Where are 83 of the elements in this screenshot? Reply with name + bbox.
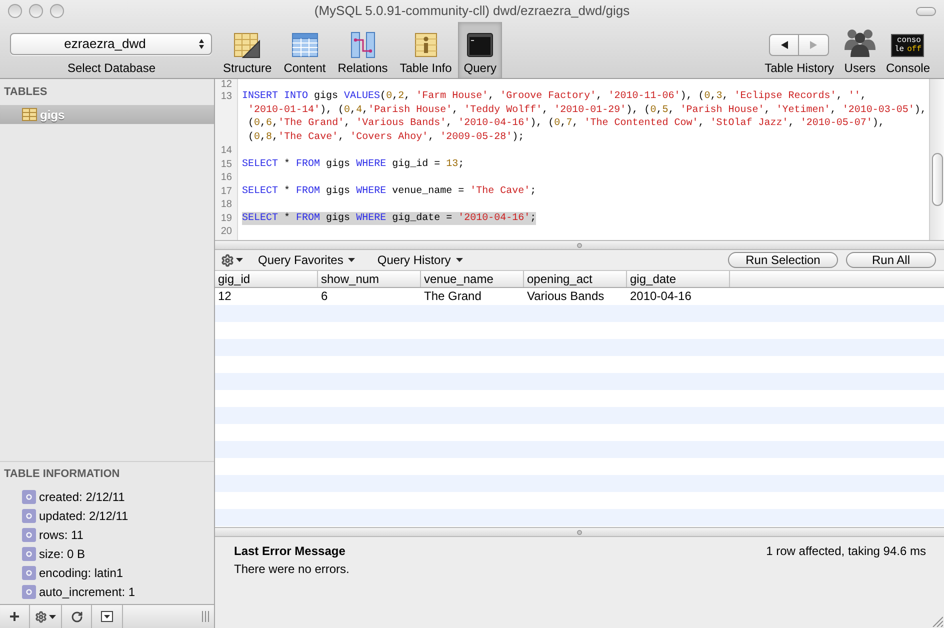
message-text: There were no errors.: [234, 562, 350, 576]
line-number: 16: [220, 172, 232, 183]
column-header[interactable]: gig_date: [627, 271, 730, 287]
run-button[interactable]: Run Selection: [728, 252, 838, 268]
line-number: 19: [220, 212, 232, 224]
column-header[interactable]: venue_name: [421, 271, 524, 287]
left-triangle-icon: [780, 41, 788, 49]
toolbar-tab[interactable]: Table Info: [394, 22, 458, 78]
column-header[interactable]: opening_act: [524, 271, 627, 287]
caret-icon: [348, 258, 356, 262]
table-info-text: encoding: latin1: [39, 564, 124, 582]
info-bullet-icon: [22, 546, 36, 560]
console-button[interactable]: conso le off Console: [880, 22, 935, 78]
toolbar-toggle-button[interactable]: [916, 6, 936, 16]
dropdown-box-icon: [101, 611, 113, 622]
column-header[interactable]: show_num: [318, 271, 421, 287]
message-title: Last Error Message: [234, 544, 346, 559]
database-select[interactable]: ezraezra_dwd: [10, 33, 212, 55]
gear-icon: [35, 610, 47, 622]
line-number: 15: [220, 158, 232, 170]
toolbar-label: Select Database: [66, 61, 157, 75]
splitter-handle-icon[interactable]: [577, 242, 582, 248]
info-bullet-icon: [22, 566, 36, 580]
info-bullet-icon: [22, 528, 36, 542]
grid-icon: [292, 33, 318, 57]
line-number: 17: [220, 186, 232, 196]
section-header: TABLES: [4, 84, 48, 100]
table-info-text: size: 0 B: [39, 546, 86, 562]
plus-icon: [10, 612, 19, 621]
linked-columns-icon: [350, 32, 375, 58]
table-cell-text: 2010-04-16: [629, 288, 692, 305]
info-bullet-icon: [22, 490, 36, 504]
caret-icon: [236, 258, 243, 262]
toolbar-tab[interactable]: Structure: [217, 22, 278, 78]
column-header[interactable]: gig_id: [215, 271, 318, 287]
console-badge: conso le off: [891, 34, 924, 56]
close-button[interactable]: [8, 4, 22, 18]
line-number: 18: [220, 199, 232, 210]
gear-menu-button[interactable]: [220, 252, 244, 268]
info-bullet-icon: [22, 584, 36, 598]
table-cell-text: Various Bands: [526, 288, 606, 305]
resize-grip-icon[interactable]: [202, 611, 209, 622]
table-icon: [22, 108, 37, 121]
toolbar-tab[interactable]: Content: [278, 22, 332, 78]
info-icon: [414, 33, 437, 57]
table-info-text: created: 2/12/11: [39, 488, 125, 506]
right-triangle-icon: [810, 41, 818, 49]
line-number: 13: [220, 91, 232, 102]
info-bullet-icon: [22, 508, 36, 522]
line-number: 12: [220, 79, 232, 90]
query-status: 1 row affected, taking 94.6 ms: [766, 544, 926, 559]
caret-icon: [49, 614, 56, 618]
table-info-text: rows: 11: [39, 526, 84, 544]
table-info-text: auto_increment: 1: [39, 584, 136, 600]
back-button[interactable]: [769, 34, 800, 56]
caret-icon: [456, 258, 463, 262]
table-info-text: updated: 2/12/11: [39, 508, 128, 524]
line-number: 14: [220, 145, 232, 156]
menu-button[interactable]: Query Favorites: [258, 251, 356, 269]
users-icon: [844, 28, 876, 57]
line-number: 20: [220, 226, 232, 237]
section-header: TABLE INFORMATION: [4, 467, 120, 482]
toolbar-label: Table History: [764, 61, 834, 75]
menu-button[interactable]: Query History: [377, 251, 463, 269]
minimize-button[interactable]: [29, 4, 43, 18]
editor-scrollbar[interactable]: [929, 79, 944, 240]
users-button[interactable]: Users: [838, 22, 881, 78]
up-down-arrows-icon: [199, 39, 204, 49]
gear-icon: [221, 254, 234, 266]
table-ruler-icon: [234, 32, 260, 58]
run-button[interactable]: Run All: [846, 252, 936, 268]
resize-grip-icon[interactable]: [932, 616, 943, 627]
window-title: (MySQL 5.0.91-community-cll) dwd/ezraezra_dwd/gigs: [314, 2, 630, 20]
toolbar-tab[interactable]: Query: [458, 22, 502, 78]
toolbar-tab[interactable]: Relations: [332, 22, 394, 78]
terminal-icon: [467, 33, 494, 57]
table-cell-text: The Grand: [423, 288, 482, 305]
zoom-button[interactable]: [50, 4, 64, 18]
table-cell-text: 6: [320, 288, 329, 305]
splitter-handle-icon[interactable]: [577, 530, 582, 534]
refresh-icon: [70, 610, 82, 622]
scrollbar-thumb[interactable]: [932, 153, 942, 206]
table-cell-text: 12: [217, 288, 232, 305]
